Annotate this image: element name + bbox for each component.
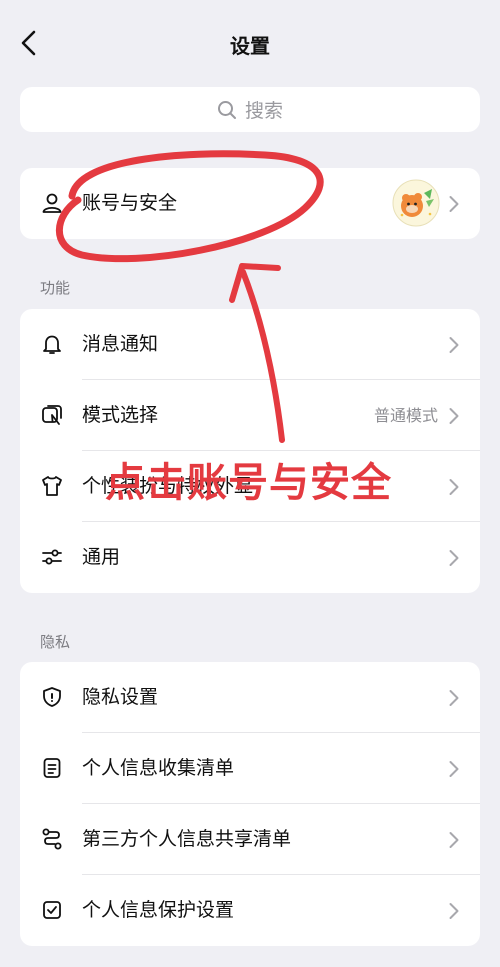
chevron-right-icon [449, 903, 459, 919]
list-item-label: 个人信息保护设置 [82, 899, 235, 921]
list-item-notifications[interactable]: 消息通知 [20, 309, 480, 380]
page-title: 设置 [230, 34, 270, 58]
privacy-card: 隐私设置 个人信息收集清单 第三方个人信息共享清单 个人信息保护设置 [20, 662, 480, 946]
bell-icon [43, 335, 61, 354]
list-item-label: 隐私设置 [82, 686, 159, 708]
list-item-personalization[interactable]: 个性装扮与特权外显 [20, 451, 480, 522]
account-security-label: 账号与安全 [82, 192, 178, 214]
list-item-third-party-sharing[interactable]: 第三方个人信息共享清单 [20, 804, 480, 875]
share-icon [42, 828, 62, 850]
list-item-info-protection[interactable]: 个人信息保护设置 [20, 875, 480, 946]
list-item-label: 个性装扮与特权外显 [82, 475, 254, 497]
list-item-label: 个人信息收集清单 [82, 757, 235, 779]
chevron-right-icon [449, 196, 459, 212]
list-item-general[interactable]: 通用 [20, 522, 480, 593]
chevron-right-icon [449, 550, 459, 566]
avatar [392, 179, 440, 227]
annotation-arrow-head [229, 263, 281, 303]
search-placeholder: 搜索 [244, 100, 283, 122]
chevron-right-icon [449, 761, 459, 777]
search-input[interactable]: 搜索 [20, 87, 480, 132]
list-item-info-collection[interactable]: 个人信息收集清单 [20, 733, 480, 804]
list-item-label: 消息通知 [82, 333, 159, 355]
chevron-right-icon [449, 690, 459, 706]
list-item-label: 通用 [82, 546, 121, 568]
sliders-icon [42, 549, 62, 565]
list-item-label: 模式选择 [82, 404, 159, 426]
chevron-right-icon [449, 832, 459, 848]
document-icon [43, 758, 61, 778]
nav-bar: 设置 [0, 0, 500, 88]
chevron-right-icon [449, 479, 459, 495]
mode-value: 普通模式 [373, 406, 438, 425]
checkbox-icon [43, 901, 61, 919]
search-icon [217, 100, 236, 119]
list-item-privacy-settings[interactable]: 隐私设置 [20, 662, 480, 733]
chevron-right-icon [449, 337, 459, 353]
mode-icon [42, 405, 62, 425]
tshirt-icon [42, 476, 62, 496]
section-label-privacy: 隐私 [40, 633, 71, 651]
list-item-mode[interactable]: 模式选择 普通模式 [20, 380, 480, 451]
account-security-item[interactable]: 账号与安全 [20, 168, 480, 239]
user-icon [42, 193, 62, 213]
section-label-features: 功能 [40, 279, 71, 297]
chevron-right-icon [449, 408, 459, 424]
account-card: 账号与安全 [20, 168, 480, 239]
shield-icon [43, 687, 61, 707]
list-item-label: 第三方个人信息共享清单 [82, 828, 292, 850]
features-card: 消息通知 模式选择 普通模式 个性装扮与特权外显 通用 [20, 309, 480, 593]
